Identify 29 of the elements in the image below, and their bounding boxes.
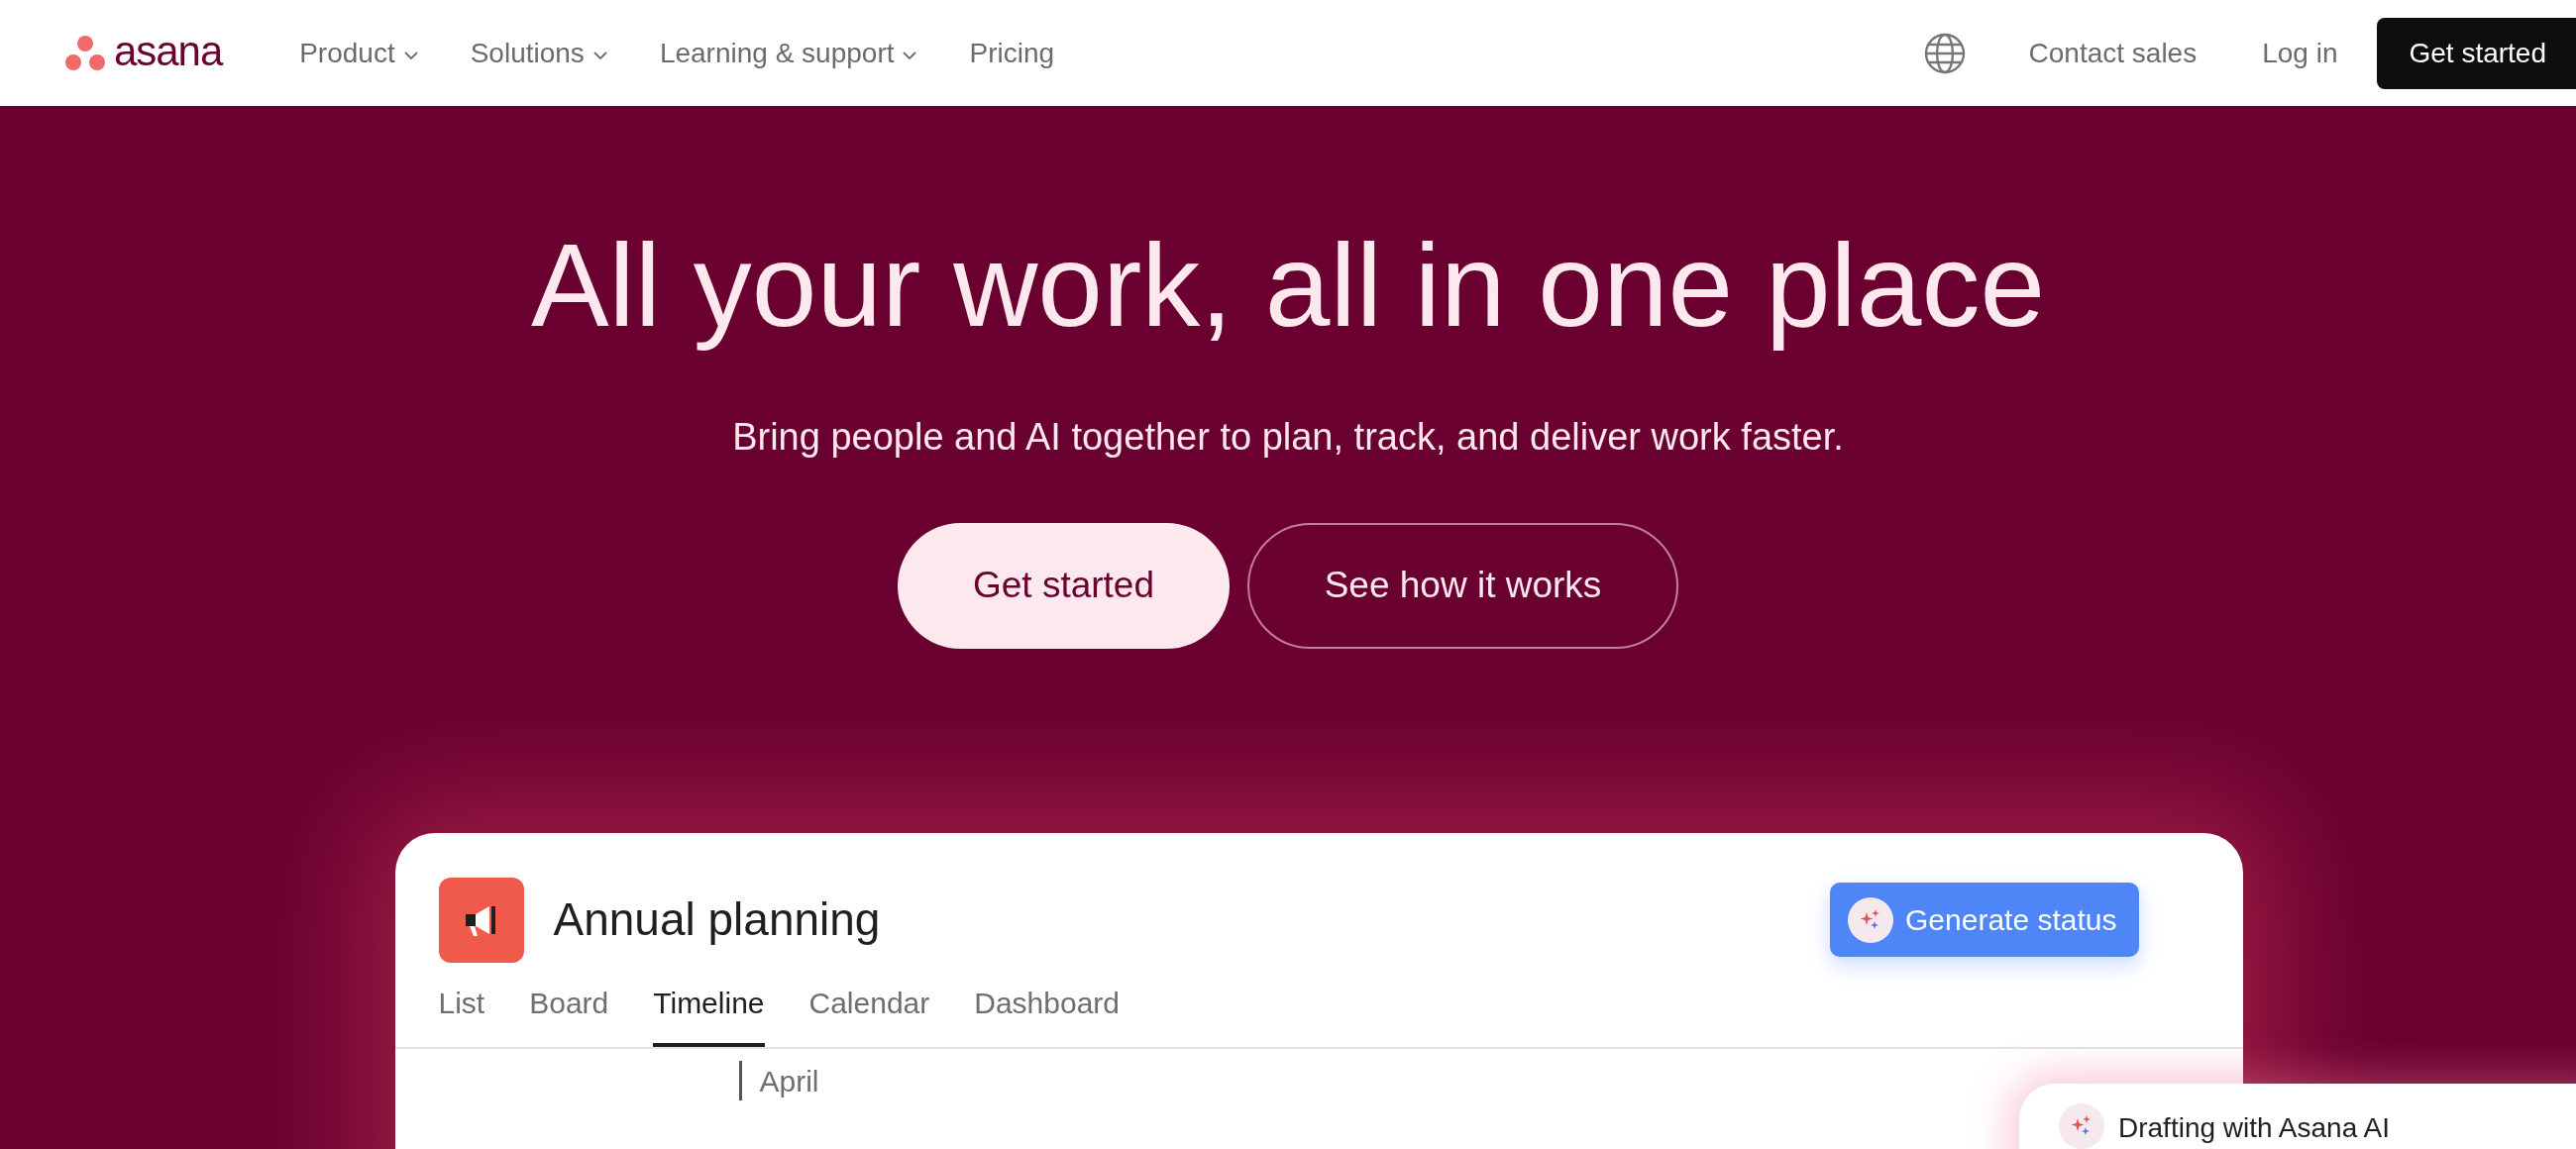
nav-link[interactable]: Product bbox=[299, 32, 419, 74]
asana-logo[interactable]: asana bbox=[64, 30, 223, 76]
sparkle-icon bbox=[2059, 1103, 2104, 1149]
globe-icon[interactable] bbox=[1923, 32, 1966, 74]
view-tab[interactable]: Board bbox=[529, 980, 609, 1047]
logo-wordmark: asana bbox=[114, 30, 223, 76]
project-title: Annual planning bbox=[553, 892, 881, 947]
nav-link[interactable]: Learning & support bbox=[659, 32, 918, 74]
log-in-link[interactable]: Log in bbox=[2262, 32, 2338, 74]
three-dots-icon bbox=[64, 34, 106, 72]
view-tab[interactable]: Timeline bbox=[653, 980, 765, 1047]
get-started-button[interactable]: Get started bbox=[898, 522, 1230, 649]
month-label: April bbox=[759, 1063, 819, 1099]
view-tab[interactable]: List bbox=[438, 980, 485, 1047]
hero-subtitle: Bring people and AI together to plan, track, and deliver work faster. bbox=[732, 414, 1844, 460]
chevron-down-icon bbox=[902, 50, 918, 60]
see-how-it-works-button[interactable]: See how it works bbox=[1247, 522, 1678, 649]
nav-link[interactable]: Solutions bbox=[470, 32, 608, 74]
chevron-down-icon bbox=[591, 50, 608, 60]
nav-link[interactable]: Pricing bbox=[969, 32, 1055, 74]
chevron-down-icon bbox=[402, 50, 419, 60]
hero-headline: All your work, all in one place bbox=[529, 219, 2047, 353]
view-tab[interactable]: Calendar bbox=[808, 980, 930, 1047]
megaphone-icon bbox=[438, 877, 524, 963]
view-tab[interactable]: Dashboard bbox=[974, 980, 1121, 1047]
get-started-button[interactable]: Get started bbox=[2377, 17, 2576, 89]
contact-sales-link[interactable]: Contact sales bbox=[2028, 32, 2198, 74]
ai-draft-title: Drafting with Asana AI bbox=[2118, 1111, 2390, 1145]
generate-status-button[interactable]: Generate status bbox=[1830, 883, 2139, 957]
